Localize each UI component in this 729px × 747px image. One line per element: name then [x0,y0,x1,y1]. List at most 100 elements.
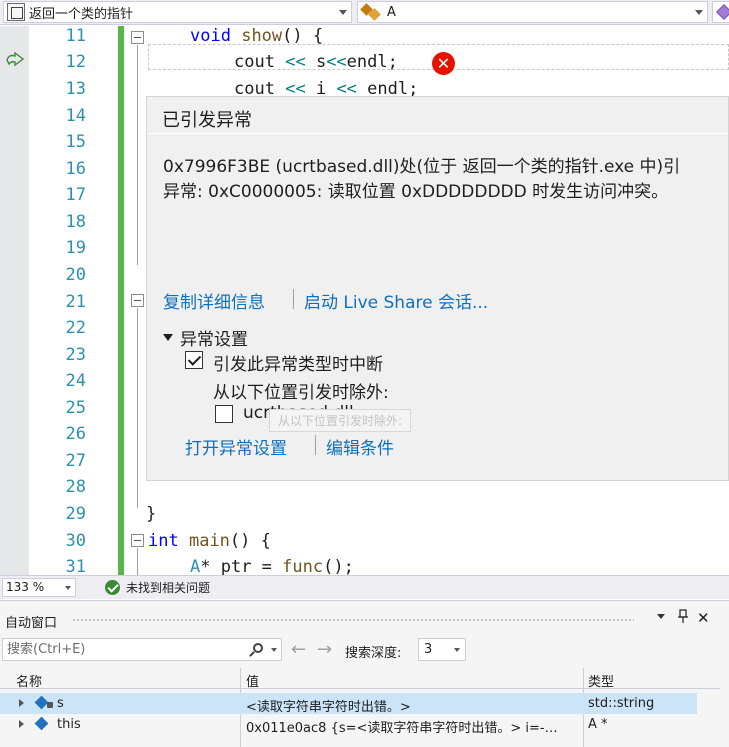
row-type: std::string [588,696,655,711]
search-depth-dropdown[interactable]: 3 [418,638,466,661]
editor-status-bar: 133 % 未找到相关问题 [0,575,729,599]
line-number: 22 [65,318,86,338]
expand-arrow-icon[interactable] [19,699,24,707]
tooltip-ghost: 从以下位置引发时除外: [269,409,412,432]
project-icon [716,4,729,20]
exception-settings-header[interactable]: 异常设置 [163,325,248,350]
exception-settings-title: 异常设置 [180,330,248,350]
indicator-margin[interactable] [0,26,29,575]
except-when-label: 从以下位置引发时除外: [213,383,389,403]
collapse-toggle[interactable] [131,294,144,307]
copy-details-link[interactable]: 复制详细信息 [163,288,265,313]
row-name: s [57,696,64,711]
code-line-12[interactable]: cout << s<<endl; [234,52,398,72]
line-number: 19 [65,238,86,258]
expand-arrow-icon[interactable] [19,720,24,728]
live-share-link[interactable]: 启动 Live Share 会话... [304,288,488,313]
chevron-down-icon[interactable] [695,10,703,15]
collapse-toggle[interactable] [131,31,144,44]
chevron-down-icon[interactable] [271,648,277,652]
break-on-exception-checkbox[interactable] [185,351,203,369]
autos-window-title[interactable]: 自动窗口 [5,612,57,631]
line-number: 24 [65,371,86,391]
line-number: 31 [65,557,86,575]
row-value[interactable]: 0x011e0ac8 {s=<读取字符串字符时出错。> i=-… [246,717,580,736]
line-number: 11 [65,26,86,46]
line-number: 23 [65,345,86,365]
row-name: this [57,717,81,732]
error-icon[interactable]: ✕ [432,52,455,75]
search-input[interactable] [7,641,237,658]
outline-guide [137,308,138,508]
break-on-exception-label[interactable]: 引发此异常类型时中断 [213,350,383,375]
project-dropdown[interactable] [712,1,729,23]
table-row[interactable]: this 0x011e0ac8 {s=<读取字符串字符时出错。> i=-… A … [0,714,697,736]
search-depth-label: 搜索深度: [345,646,402,661]
line-number: 16 [65,159,86,179]
row-type: A * [588,717,608,732]
object-icon [34,716,49,731]
line-number: 14 [65,106,86,126]
line-number: 29 [65,504,86,524]
chevron-down-icon[interactable] [454,648,460,652]
issues-status[interactable]: 未找到相关问题 [126,579,210,596]
chevron-down-icon[interactable] [65,586,71,590]
line-number: 18 [65,212,86,232]
autos-grid-header: 名称 值 类型 [0,668,720,690]
search-depth-value: 3 [424,642,433,657]
line-number: 30 [65,531,86,551]
exception-message-line-2: 异常: 0xC0000005: 读取位置 0xDDDDDDDD 时发生访问冲突。 [163,182,669,202]
member-icon [360,3,383,21]
collapse-toggle[interactable] [131,534,144,547]
line-number: 25 [65,398,86,418]
line-number: 15 [65,132,86,152]
zoom-value: 133 % [6,580,45,594]
line-number: 28 [65,477,86,497]
code-line-11[interactable]: void show() { [190,26,323,46]
column-header-name[interactable]: 名称 [16,671,42,690]
line-number: 26 [65,424,86,444]
edit-conditions-link[interactable]: 编辑条件 [326,434,394,459]
line-number: 13 [65,79,86,99]
check-circle-icon[interactable] [105,580,120,595]
code-line-30[interactable]: int main() { [148,531,271,551]
code-line-29[interactable]: } [146,504,156,524]
scope-dropdown-label: 返回一个类的指针 [29,6,134,22]
member-dropdown-label: A [387,4,396,20]
outline-guide [137,45,138,265]
scope-dropdown[interactable]: 返回一个类的指针 [3,1,352,23]
current-statement-arrow-icon [6,52,25,67]
drag-handle[interactable] [72,618,634,623]
window-menu-icon[interactable] [657,614,665,619]
chevron-down-icon[interactable] [339,10,347,15]
divider [315,435,316,455]
navigation-bar: 返回一个类的指针 A [0,0,729,25]
zoom-dropdown[interactable]: 133 % [2,578,76,597]
ucrtbased-checkbox[interactable] [215,405,233,423]
arrow-left-icon[interactable]: ← [291,639,306,660]
outline-guide [137,548,138,575]
arrow-right-icon[interactable]: → [317,639,332,660]
line-number: 21 [65,292,86,312]
exception-message-line-1: 0x7996F3BE (ucrtbased.dll)处(位于 返回一个类的指针.… [163,157,681,177]
lock-icon [47,702,53,708]
open-exception-settings-link[interactable]: 打开异常设置 [185,434,287,459]
line-number: 12 [65,52,86,72]
row-value[interactable]: <读取字符串字符时出错。> [246,696,580,715]
pin-icon[interactable] [678,609,688,627]
line-number: 20 [65,265,86,285]
divider [147,133,728,134]
code-line-31[interactable]: A* ptr = func(); [190,557,354,575]
line-number: 17 [65,185,86,205]
change-tracking-bar [118,26,124,575]
close-icon[interactable]: ✕ [697,609,710,627]
scope-icon [7,3,25,21]
column-header-type[interactable]: 类型 [588,671,614,690]
exception-title: 已引发异常 [162,110,252,131]
search-icon[interactable] [253,643,263,653]
exception-helper-popup: 已引发异常 0x7996F3BE (ucrtbased.dll)处(位于 返回一… [146,96,729,481]
autos-search-box[interactable] [2,638,282,661]
table-row[interactable]: s <读取字符串字符时出错。> std::string [0,693,697,715]
column-header-value[interactable]: 值 [246,671,259,690]
member-dropdown[interactable]: A [357,1,708,23]
